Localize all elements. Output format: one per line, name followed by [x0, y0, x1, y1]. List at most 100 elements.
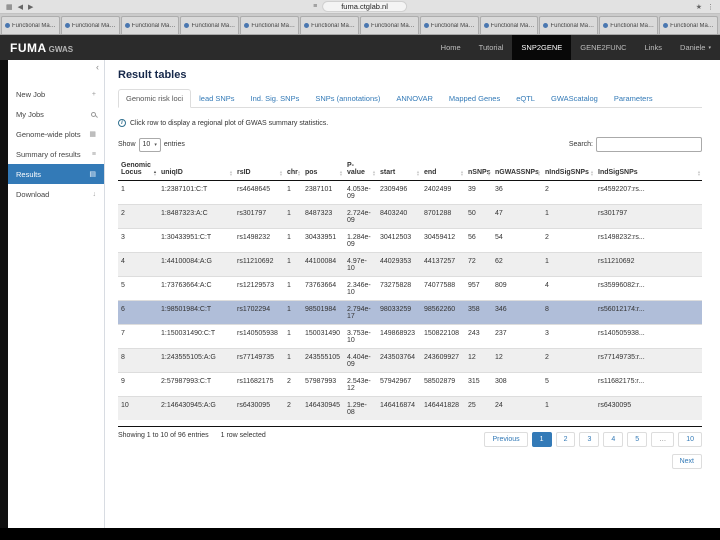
- sidebar-item-my-jobs[interactable]: My Jobs: [8, 104, 104, 124]
- table-row[interactable]: 9 2:57987993:C:T rs11682175 2 57987993 2.543e…: [118, 372, 702, 397]
- tab-snps-annotations[interactable]: SNPs (annotations): [307, 89, 388, 108]
- column-header-start[interactable]: start ▲ ▼: [377, 159, 421, 181]
- column-header-end[interactable]: end ▲ ▼: [421, 159, 465, 181]
- tab-parameters[interactable]: Parameters: [606, 89, 661, 108]
- search-input[interactable]: [596, 137, 702, 152]
- column-header-chr[interactable]: chr ▲ ▼: [284, 159, 302, 181]
- browser-tab[interactable]: Functional Mappin...: [659, 16, 718, 34]
- browser-tab[interactable]: Functional Mappin...: [539, 16, 599, 34]
- pagination-page-10[interactable]: 10: [678, 432, 702, 447]
- nav-item-links[interactable]: Links: [636, 35, 672, 60]
- cell-ngwassnps: 12: [492, 348, 542, 373]
- column-header-pos[interactable]: pos ▲ ▼: [302, 159, 344, 181]
- sidebar-item-genome-wide-plots[interactable]: Genome-wide plots ▦: [8, 124, 104, 144]
- pagination-page-1[interactable]: 1: [531, 432, 552, 447]
- apps-grid-icon[interactable]: ▦: [6, 3, 13, 11]
- cell-genomic-locus: 9: [118, 372, 158, 397]
- page-length-select[interactable]: 10 ▾: [138, 137, 161, 152]
- table-row[interactable]: 1 1:2387101:C:T rs4648645 1 2387101 4.053e-09…: [118, 180, 702, 205]
- tab-lead-snps[interactable]: lead SNPs: [191, 89, 242, 108]
- tab-eqtl[interactable]: eQTL: [508, 89, 543, 108]
- tab-genomic-risk-loci[interactable]: Genomic risk loci: [118, 89, 192, 108]
- sidebar-item-summary-of-results[interactable]: Summary of results ≡: [8, 144, 104, 164]
- column-header-nindsigsnps[interactable]: nIndSigSNPs ▲ ▼: [542, 159, 595, 181]
- table-row[interactable]: 10 2:146430945:A:G rs6430095 2 146430945 1.29…: [118, 396, 702, 420]
- cell-ngwassnps: 62: [492, 252, 542, 277]
- favicon-icon: [423, 23, 429, 28]
- pagination-page-4[interactable]: 4: [603, 432, 624, 447]
- pagination-page-2[interactable]: 2: [555, 432, 576, 447]
- pagination-next[interactable]: Next: [671, 454, 702, 469]
- tab-mapped-genes[interactable]: Mapped Genes: [441, 89, 508, 108]
- cell-p-value: 4.404e-09: [344, 348, 377, 373]
- nav-item-home[interactable]: Home: [432, 35, 470, 60]
- back-icon[interactable]: ◀: [18, 3, 23, 11]
- browser-tab[interactable]: Functional Mappin...: [240, 16, 300, 34]
- browser-tab[interactable]: Functional Mappin...: [180, 16, 240, 34]
- sidebar-item-results[interactable]: Results ▤: [8, 164, 104, 184]
- column-header-rsid[interactable]: rsID ▲ ▼: [234, 159, 284, 181]
- cell-start: 98033259: [377, 300, 421, 325]
- browser-tab[interactable]: Functional Mappin...: [479, 16, 539, 34]
- table-row[interactable]: 8 1:243555105:A:G rs77149735 1 243555105 4.40…: [118, 348, 702, 373]
- cell-end: 74077588: [421, 276, 465, 301]
- pagination-pages: Previous 1 2 3 4 5… 10: [484, 432, 702, 447]
- pagination-page-3[interactable]: 3: [579, 432, 600, 447]
- browser-tab[interactable]: Functional Mappin...: [1, 16, 60, 34]
- info-text: Click row to display a regional plot of …: [130, 119, 329, 127]
- browser-tab[interactable]: Functional Mappin...: [419, 16, 479, 34]
- cell-p-value: 4.053e-09: [344, 180, 377, 205]
- browser-tab[interactable]: Functional Mappin...: [599, 16, 659, 34]
- menu-icon[interactable]: ≡: [313, 3, 317, 10]
- column-header-nsnps[interactable]: nSNPs ▲ ▼: [465, 159, 492, 181]
- table-row[interactable]: 3 1:30433951:C:T rs1498232 1 30433951 1.284e-…: [118, 228, 702, 253]
- sort-desc-icon: ▼: [339, 171, 343, 177]
- table-row[interactable]: 4 1:44100084:A:G rs11210692 1 44100084 4.97e-…: [118, 252, 702, 277]
- table-row[interactable]: 2 1:8487323:A:C rs301797 1 8487323 2.724e-09 8…: [118, 204, 702, 229]
- table-row[interactable]: 5 1:73763664:A:C rs12129573 1 73763664 2.346e…: [118, 276, 702, 301]
- forward-icon[interactable]: ▶: [28, 3, 33, 11]
- pagination-page-5[interactable]: 5: [627, 432, 648, 447]
- nav-item-gene2func[interactable]: GENE2FUNC: [571, 35, 635, 60]
- column-header-uniqid[interactable]: uniqID ▲ ▼: [158, 159, 234, 181]
- sidebar-collapse-icon[interactable]: ‹: [96, 62, 99, 72]
- column-header-genomic-locus[interactable]: Genomic Locus ▲ ▼: [118, 159, 158, 181]
- favicon-icon: [304, 23, 310, 28]
- browser-tab[interactable]: Functional Mappin...: [60, 16, 120, 34]
- list-icon: ≡: [91, 150, 96, 158]
- sort-icons: ▲ ▼: [590, 169, 594, 176]
- cell-nsnps: 39: [465, 180, 492, 205]
- cell-genomic-locus: 5: [118, 276, 158, 301]
- nav-item-tutorial[interactable]: Tutorial: [470, 35, 513, 60]
- sort-desc-icon: ▼: [229, 171, 233, 177]
- tab-ind-sig-snps[interactable]: Ind. Sig. SNPs: [243, 89, 308, 108]
- cell-pos: 73763664: [302, 276, 344, 301]
- browser-tab[interactable]: Functional Mappin...: [300, 16, 359, 34]
- sidebar-item-download[interactable]: Download ↓: [8, 184, 104, 204]
- cell-p-value: 1.284e-09: [344, 228, 377, 253]
- overflow-menu-icon[interactable]: ⋮: [707, 3, 714, 11]
- sidebar-item-label: Results: [16, 169, 42, 179]
- url-field[interactable]: fuma.ctglab.nl: [322, 1, 407, 12]
- cell-nsnps: 56: [465, 228, 492, 253]
- cell-nsnps: 243: [465, 324, 492, 349]
- nav-item-snp2gene[interactable]: SNP2GENE: [512, 35, 572, 60]
- nav-item-daniele[interactable]: Daniele ▾: [671, 35, 720, 60]
- tab-annovar[interactable]: ANNOVAR: [388, 89, 441, 108]
- table-row[interactable]: 6 1:98501984:C:T rs1702294 1 98501984 2.794e-…: [118, 300, 702, 325]
- cell-p-value: 2.794e-17: [344, 300, 377, 325]
- tab-gwascatalog[interactable]: GWAScatalog: [543, 89, 606, 108]
- favicon-icon: [5, 23, 10, 28]
- column-header-ngwassnps[interactable]: nGWASSNPs ▲ ▼: [492, 159, 542, 181]
- browser-tab[interactable]: Functional Mappin...: [359, 16, 419, 34]
- browser-tab[interactable]: Functional Mappin...: [120, 16, 180, 34]
- bookmark-star-icon[interactable]: ★: [696, 3, 702, 11]
- sort-desc-icon: ▼: [697, 171, 701, 177]
- cell-rsid: rs4648645: [234, 180, 284, 205]
- column-header-indsigsnps[interactable]: IndSigSNPs ▲ ▼: [595, 159, 702, 181]
- fuma-logo[interactable]: FUMA GWAS: [10, 41, 73, 55]
- table-row[interactable]: 7 1:150031490:C:T rs140505938 1 150031490 3.7…: [118, 324, 702, 349]
- sidebar-item-new-job[interactable]: New Job +: [8, 84, 104, 104]
- column-header-p-value[interactable]: P-value ▲ ▼: [344, 159, 377, 181]
- pagination-previous[interactable]: Previous: [484, 432, 528, 447]
